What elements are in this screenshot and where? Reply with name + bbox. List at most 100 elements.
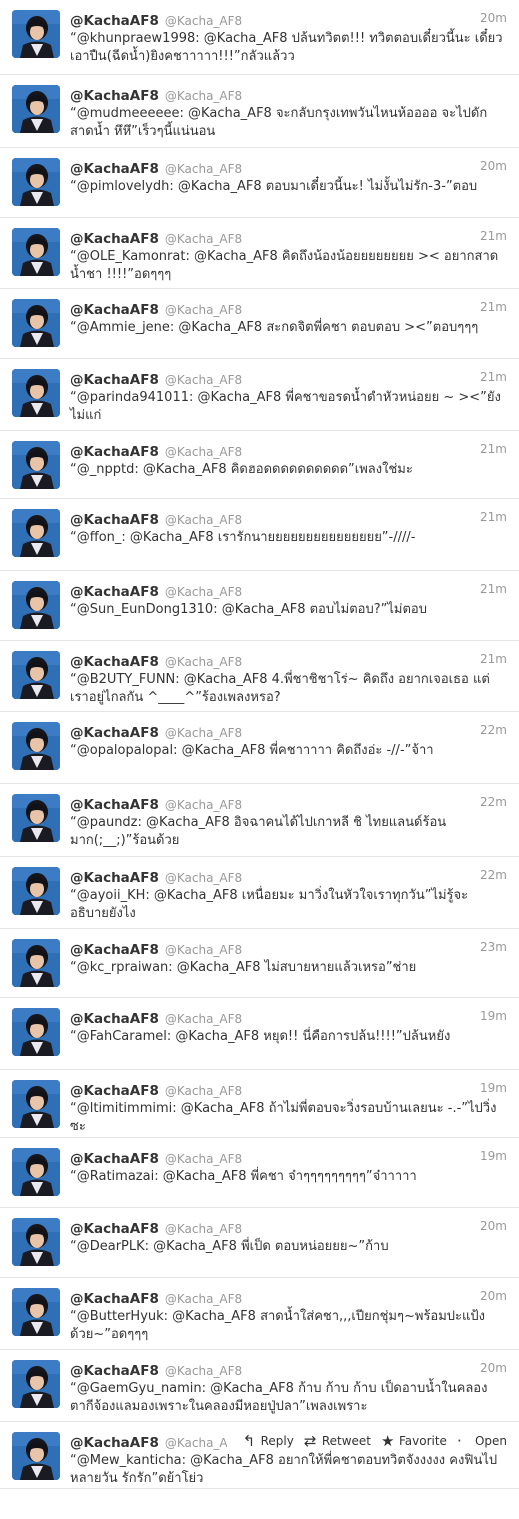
tweet-item[interactable]: @KachaAF8 @Kacha_AF8 21m “@Ammie_jene: @Kac… <box>0 289 519 359</box>
tweet-item[interactable]: @KachaAF8 @Kacha_AF8 “@Mew_kanticha: @Kach… <box>0 1422 519 1489</box>
username[interactable]: @Kacha_AF8 <box>165 232 242 246</box>
username[interactable]: @Kacha_AF8 <box>165 798 242 812</box>
username[interactable]: @Kacha_AF8 <box>165 1012 242 1026</box>
username[interactable]: @Kacha_AF8 <box>165 1292 242 1306</box>
username[interactable]: @Kacha_AF8 <box>165 445 242 459</box>
display-name[interactable]: @KachaAF8 <box>70 1291 159 1307</box>
avatar[interactable] <box>12 1360 60 1408</box>
username[interactable]: @Kacha_AF8 <box>165 871 242 885</box>
timestamp[interactable]: 19m <box>480 1009 507 1023</box>
display-name[interactable]: @KachaAF8 <box>70 512 159 528</box>
display-name[interactable]: @KachaAF8 <box>70 654 159 670</box>
username[interactable]: @Kacha_AF8 <box>165 655 242 669</box>
username[interactable]: @Kacha_AF8 <box>165 1222 242 1236</box>
timestamp[interactable]: 21m <box>480 229 507 243</box>
display-name[interactable]: @KachaAF8 <box>70 1221 159 1237</box>
timestamp[interactable]: 21m <box>480 582 507 596</box>
tweet-item[interactable]: @KachaAF8 @Kacha_AF8 20m “@pimlovelydh: @Ka… <box>0 148 519 218</box>
display-name[interactable]: @KachaAF8 <box>70 942 159 958</box>
favorite-button[interactable]: ★ Favorite <box>381 1432 447 1450</box>
display-name[interactable]: @KachaAF8 <box>70 797 159 813</box>
tweet-item[interactable]: @KachaAF8 @Kacha_AF8 21m “@parinda941011: @… <box>0 359 519 431</box>
tweet-item[interactable]: @KachaAF8 @Kacha_AF8 21m “@OLE_Kamonrat: @K… <box>0 218 519 289</box>
avatar[interactable] <box>12 441 60 489</box>
display-name[interactable]: @KachaAF8 <box>70 1011 159 1027</box>
display-name[interactable]: @KachaAF8 <box>70 231 159 247</box>
avatar[interactable] <box>12 867 60 915</box>
username[interactable]: @Kacha_AF8 <box>165 89 242 103</box>
timestamp[interactable]: 21m <box>480 652 507 666</box>
username[interactable]: @Kacha_AF8 <box>165 1364 242 1378</box>
display-name[interactable]: @KachaAF8 <box>70 725 159 741</box>
timestamp[interactable]: 21m <box>480 300 507 314</box>
display-name[interactable]: @KachaAF8 <box>70 161 159 177</box>
display-name[interactable]: @KachaAF8 <box>70 88 159 104</box>
display-name[interactable]: @KachaAF8 <box>70 1151 159 1167</box>
tweet-item[interactable]: @KachaAF8 @Kacha_AF8 21m “@ffon_: @Kacha_AF… <box>0 499 519 571</box>
display-name[interactable]: @KachaAF8 <box>70 1435 159 1451</box>
timestamp[interactable]: 21m <box>480 442 507 456</box>
avatar[interactable] <box>12 509 60 557</box>
timestamp[interactable]: 20m <box>480 1361 507 1375</box>
display-name[interactable]: @KachaAF8 <box>70 1083 159 1099</box>
username[interactable]: @Kacha_AF8 <box>165 943 242 957</box>
avatar[interactable] <box>12 1288 60 1336</box>
tweet-item[interactable]: @KachaAF8 @Kacha_AF8 23m “@kc_rpraiwan: @Ka… <box>0 929 519 998</box>
avatar[interactable] <box>12 1008 60 1056</box>
timestamp[interactable]: 20m <box>480 11 507 25</box>
tweet-item[interactable]: @KachaAF8 @Kacha_AF8 22m “@paundz: @Kacha_A… <box>0 784 519 857</box>
username[interactable]: @Kacha_AF8 <box>165 14 242 28</box>
timestamp[interactable]: 20m <box>480 1219 507 1233</box>
tweet-item[interactable]: @KachaAF8 @Kacha_AF8 22m “@ayoii_KH: @Kacha… <box>0 857 519 929</box>
avatar[interactable] <box>12 1148 60 1196</box>
tweet-item[interactable]: @KachaAF8 @Kacha_AF8 22m “@opalopalopal: @K… <box>0 712 519 784</box>
timestamp[interactable]: 22m <box>480 795 507 809</box>
timestamp[interactable]: 23m <box>480 940 507 954</box>
avatar[interactable] <box>12 1080 60 1128</box>
avatar[interactable] <box>12 722 60 770</box>
tweet-item[interactable]: @KachaAF8 @Kacha_AF8 20m “@khunpraew1998: @… <box>0 0 519 75</box>
avatar[interactable] <box>12 10 60 58</box>
timestamp[interactable]: 21m <box>480 510 507 524</box>
tweet-item[interactable]: @KachaAF8 @Kacha_AF8 20m “@DearPLK: @Kacha_… <box>0 1208 519 1278</box>
tweet-item[interactable]: @KachaAF8 @Kacha_AF8 19m “@FahCaramel: @Kac… <box>0 998 519 1070</box>
avatar[interactable] <box>12 581 60 629</box>
timestamp[interactable]: 22m <box>480 868 507 882</box>
username[interactable]: @Kacha_AF8 <box>165 1084 242 1098</box>
avatar[interactable] <box>12 299 60 347</box>
avatar[interactable] <box>12 85 60 133</box>
timestamp[interactable]: 19m <box>480 1081 507 1095</box>
avatar[interactable] <box>12 1432 60 1480</box>
avatar[interactable] <box>12 794 60 842</box>
display-name[interactable]: @KachaAF8 <box>70 444 159 460</box>
retweet-button[interactable]: ⇄ Retweet <box>304 1432 371 1450</box>
username[interactable]: @Kacha_AF8 <box>165 1152 242 1166</box>
timestamp[interactable]: 20m <box>480 1289 507 1303</box>
username[interactable]: @Kacha_AF8 <box>165 726 242 740</box>
username[interactable]: @Kacha_AF8 <box>165 585 242 599</box>
display-name[interactable]: @KachaAF8 <box>70 1363 159 1379</box>
display-name[interactable]: @KachaAF8 <box>70 13 159 29</box>
avatar[interactable] <box>12 158 60 206</box>
tweet-item[interactable]: @KachaAF8 @Kacha_AF8 20m “@ButterHyuk: @Kac… <box>0 1278 519 1350</box>
username[interactable]: @Kacha_AF8 <box>165 513 242 527</box>
avatar[interactable] <box>12 939 60 987</box>
username[interactable]: @Kacha_AF8 <box>165 373 242 387</box>
display-name[interactable]: @KachaAF8 <box>70 372 159 388</box>
tweet-item[interactable]: @KachaAF8 @Kacha_AF8 21m “@B2UTY_FUNN: @Kac… <box>0 641 519 712</box>
tweet-item[interactable]: @KachaAF8 @Kacha_AF8 19m “@ltimitimmimi: @K… <box>0 1070 519 1138</box>
display-name[interactable]: @KachaAF8 <box>70 584 159 600</box>
avatar[interactable] <box>12 1218 60 1266</box>
timestamp[interactable]: 21m <box>480 370 507 384</box>
avatar[interactable] <box>12 369 60 417</box>
avatar[interactable] <box>12 228 60 276</box>
tweet-item[interactable]: @KachaAF8 @Kacha_AF8 19m “@Ratimazai: @Kach… <box>0 1138 519 1208</box>
tweet-item[interactable]: @KachaAF8 @Kacha_AF8 21m “@Sun_EunDong1310:… <box>0 571 519 641</box>
username[interactable]: @Kacha_AF8 <box>165 303 242 317</box>
timestamp[interactable]: 22m <box>480 723 507 737</box>
display-name[interactable]: @KachaAF8 <box>70 302 159 318</box>
open-button[interactable]: · Open <box>457 1432 507 1450</box>
username[interactable]: @Kacha_AF8 <box>165 162 242 176</box>
timestamp[interactable]: 19m <box>480 1149 507 1163</box>
avatar[interactable] <box>12 651 60 699</box>
